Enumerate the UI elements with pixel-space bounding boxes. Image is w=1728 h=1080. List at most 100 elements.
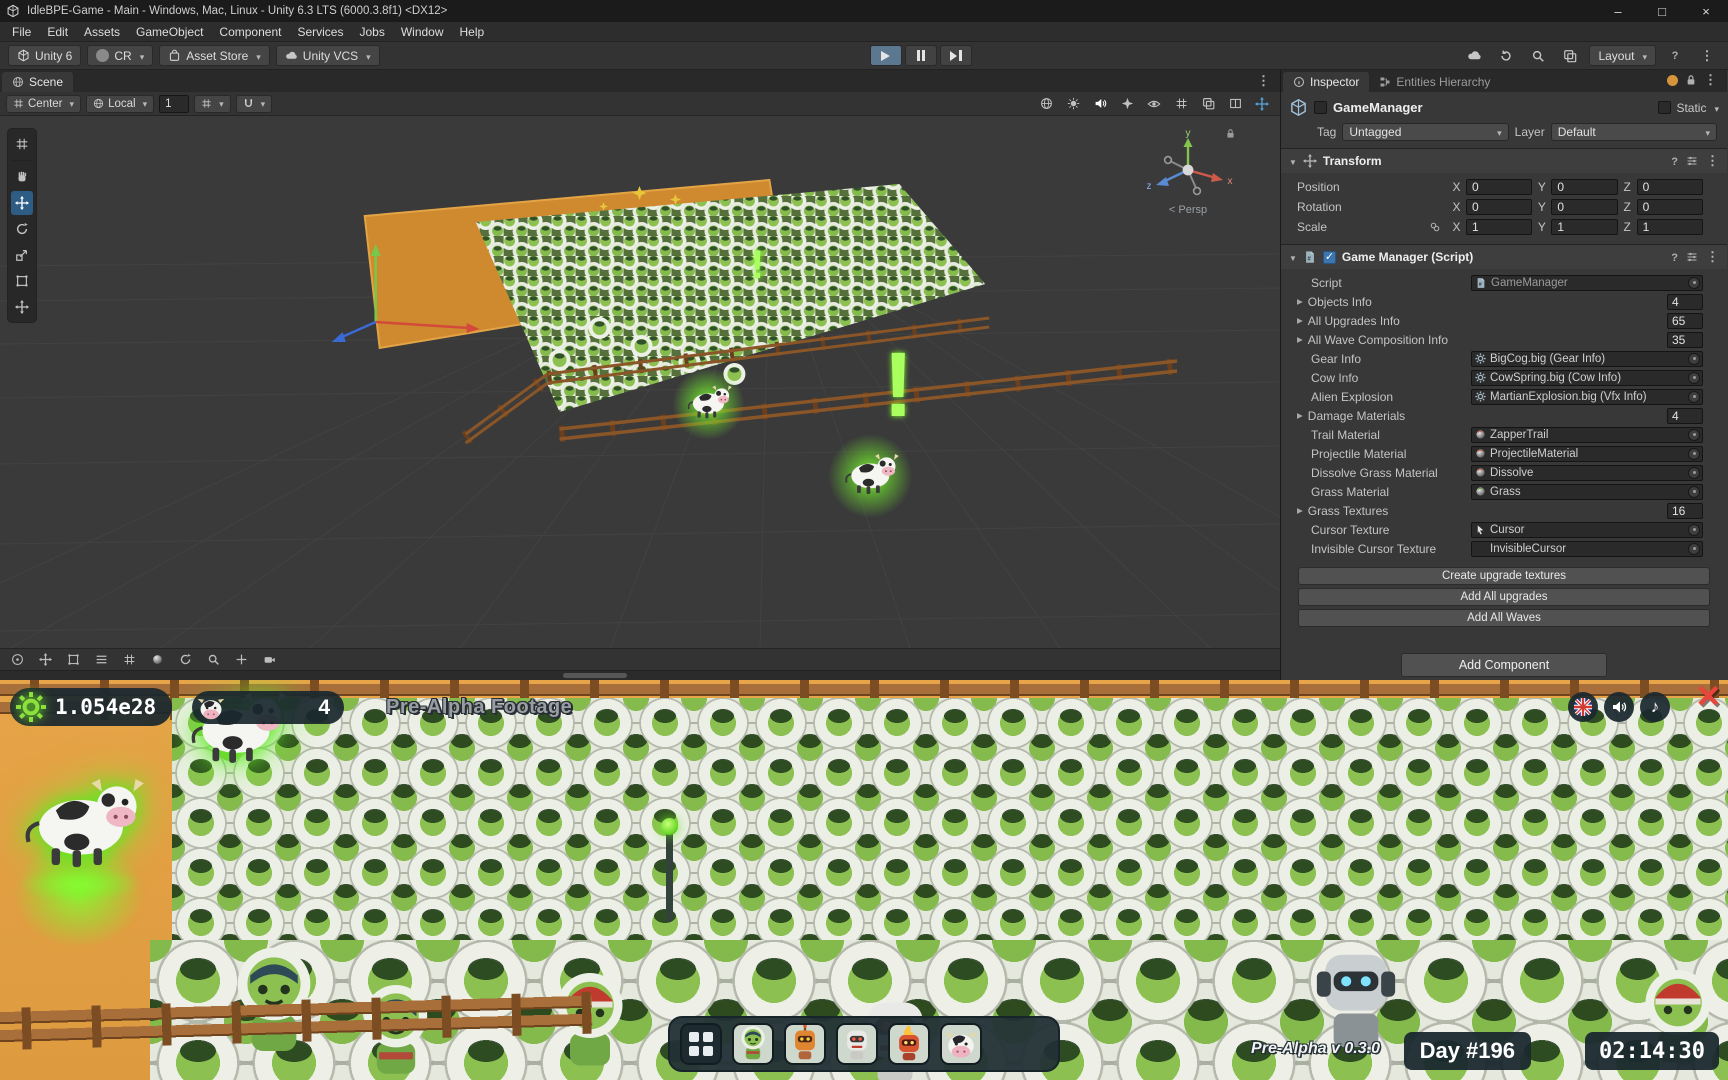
scrollbar-handle[interactable] [563, 673, 627, 678]
tool-handle-rotation-dropdown[interactable]: Local [86, 95, 154, 113]
tab-entities-hierarchy[interactable]: Entities Hierarchy [1369, 72, 1500, 92]
maximize-button[interactable]: □ [1640, 0, 1684, 22]
inspector-kebab-menu[interactable] [1704, 72, 1717, 88]
link-icon[interactable] [1429, 221, 1441, 233]
split-view-button[interactable] [1223, 95, 1247, 113]
effects-toggle[interactable] [1115, 95, 1139, 113]
grid-size-field[interactable]: 1 [159, 95, 189, 113]
game-view[interactable]: 1.054e28 4 Pre-Alpha Footage ♪ × [0, 680, 1728, 1080]
menu-component[interactable]: Component [211, 24, 289, 40]
add-all-upgrades-button[interactable]: Add All upgrades [1298, 588, 1710, 606]
cloud-services-button[interactable] [1461, 45, 1487, 66]
rotate-tool[interactable] [11, 217, 33, 241]
foldout-label[interactable]: All Upgrades Info [1297, 314, 1467, 328]
object-picker-icon[interactable] [1688, 524, 1700, 536]
component-kebab-menu[interactable] [1706, 249, 1719, 265]
layout-dropdown[interactable]: Layout [1589, 45, 1656, 66]
asset-store-button[interactable]: Asset Store [159, 45, 270, 66]
foldout-icon[interactable] [1289, 154, 1297, 168]
robot-white-tab-button[interactable] [836, 1023, 878, 1065]
position-x-field[interactable]: 0 [1466, 179, 1532, 195]
menu-gameobject[interactable]: GameObject [128, 24, 211, 40]
grid-visibility-dropdown[interactable] [194, 95, 231, 113]
gameobject-name[interactable]: GameManager [1333, 100, 1652, 115]
cow-tab-button[interactable] [940, 1023, 982, 1065]
object-picker-icon[interactable] [1688, 543, 1700, 555]
rotation-y-field[interactable]: 0 [1551, 199, 1617, 215]
rotation-z-field[interactable]: 0 [1637, 199, 1703, 215]
scale-z-field[interactable]: 1 [1637, 219, 1703, 235]
tab-scene[interactable]: Scene [2, 72, 73, 92]
invisible-cursor-object-field[interactable]: InvisibleCursor [1471, 541, 1703, 557]
position-z-field[interactable]: 0 [1637, 179, 1703, 195]
sound-toggle-button[interactable] [1604, 692, 1634, 722]
component-kebab-menu[interactable] [1706, 153, 1719, 169]
lighting-toggle[interactable] [1061, 95, 1085, 113]
layer-dropdown[interactable]: Default [1551, 123, 1717, 141]
tab-inspector[interactable]: Inspector [1283, 72, 1369, 92]
account-button[interactable]: CR [87, 45, 153, 66]
camera-settings-button[interactable] [1250, 95, 1274, 113]
lock-icon[interactable] [1685, 74, 1697, 86]
object-picker-icon[interactable] [1688, 372, 1700, 384]
trail-material-object-field[interactable]: ZapperTrail [1471, 427, 1703, 443]
active-checkbox[interactable] [1314, 101, 1327, 114]
compass-tool-button[interactable] [5, 651, 30, 669]
unity-vcs-button[interactable]: Unity VCS [276, 45, 380, 66]
transform-header[interactable]: Transform [1281, 149, 1727, 173]
create-upgrade-textures-button[interactable]: Create upgrade textures [1298, 567, 1710, 585]
unity-version-button[interactable]: Unity 6 [8, 45, 81, 66]
foldout-icon[interactable] [1289, 250, 1297, 264]
dissolve-material-object-field[interactable]: Dissolve [1471, 465, 1703, 481]
foldout-label[interactable]: All Wave Composition Info [1297, 333, 1467, 347]
move-overlay-button[interactable] [33, 651, 58, 669]
play-button[interactable] [870, 45, 902, 66]
rect-tool[interactable] [11, 269, 33, 293]
scene-visibility-toggle[interactable] [1142, 95, 1166, 113]
view-options-tool[interactable] [11, 132, 33, 156]
audio-toggle[interactable] [1088, 95, 1112, 113]
presets-icon[interactable] [1686, 155, 1698, 167]
cow-info-object-field[interactable]: CowSpring.big (Cow Info) [1471, 370, 1703, 386]
add-component-button[interactable]: Add Component [1401, 653, 1607, 677]
position-y-field[interactable]: 0 [1551, 179, 1617, 195]
component-enabled-checkbox[interactable] [1323, 251, 1336, 264]
layers-button[interactable] [1557, 45, 1583, 66]
music-toggle-button[interactable]: ♪ [1640, 692, 1670, 722]
menu-help[interactable]: Help [452, 24, 493, 40]
alien-tab-button[interactable] [732, 1023, 774, 1065]
projection-label[interactable]: < Persp [1138, 204, 1238, 216]
camera-overlay-button[interactable] [257, 651, 282, 669]
help-button[interactable] [1662, 45, 1688, 66]
rect-overlay-button[interactable] [61, 651, 86, 669]
foldout-label[interactable]: Damage Materials [1297, 409, 1467, 423]
pause-button[interactable] [905, 45, 937, 66]
robot-orange-tab-button[interactable] [784, 1023, 826, 1065]
alien-explosion-object-field[interactable]: MartianExplosion.big (Vfx Info) [1471, 389, 1703, 405]
rotation-x-field[interactable]: 0 [1466, 199, 1532, 215]
scale-tool[interactable] [11, 243, 33, 267]
menu-edit[interactable]: Edit [39, 24, 76, 40]
object-picker-icon[interactable] [1688, 467, 1700, 479]
grass-material-object-field[interactable]: Grass [1471, 484, 1703, 500]
scene-viewport[interactable]: ! ! ! ! [0, 116, 1280, 648]
transform-tool[interactable] [11, 295, 33, 319]
grid-overlay-button[interactable] [117, 651, 142, 669]
step-button[interactable] [940, 45, 972, 66]
projectile-material-object-field[interactable]: ProjectileMaterial [1471, 446, 1703, 462]
grass-textures-size-field[interactable]: 16 [1667, 503, 1703, 519]
game-close-button[interactable]: × [1697, 680, 1720, 716]
grid-toggle[interactable] [1169, 95, 1193, 113]
toolbar-kebab-menu[interactable] [1694, 45, 1720, 66]
foldout-label[interactable]: Grass Textures [1297, 504, 1467, 518]
lock-icon[interactable] [1225, 128, 1236, 139]
undo-history-button[interactable] [1493, 45, 1519, 66]
render-mode-button[interactable] [1034, 95, 1058, 113]
menu-file[interactable]: File [4, 24, 39, 40]
scene-horizontal-scrollbar[interactable] [0, 670, 1280, 680]
orbit-overlay-button[interactable] [173, 651, 198, 669]
menu-jobs[interactable]: Jobs [351, 24, 392, 40]
static-toggle[interactable]: Static [1658, 101, 1719, 115]
sphere-overlay-button[interactable] [145, 651, 170, 669]
close-button[interactable]: × [1684, 0, 1728, 22]
